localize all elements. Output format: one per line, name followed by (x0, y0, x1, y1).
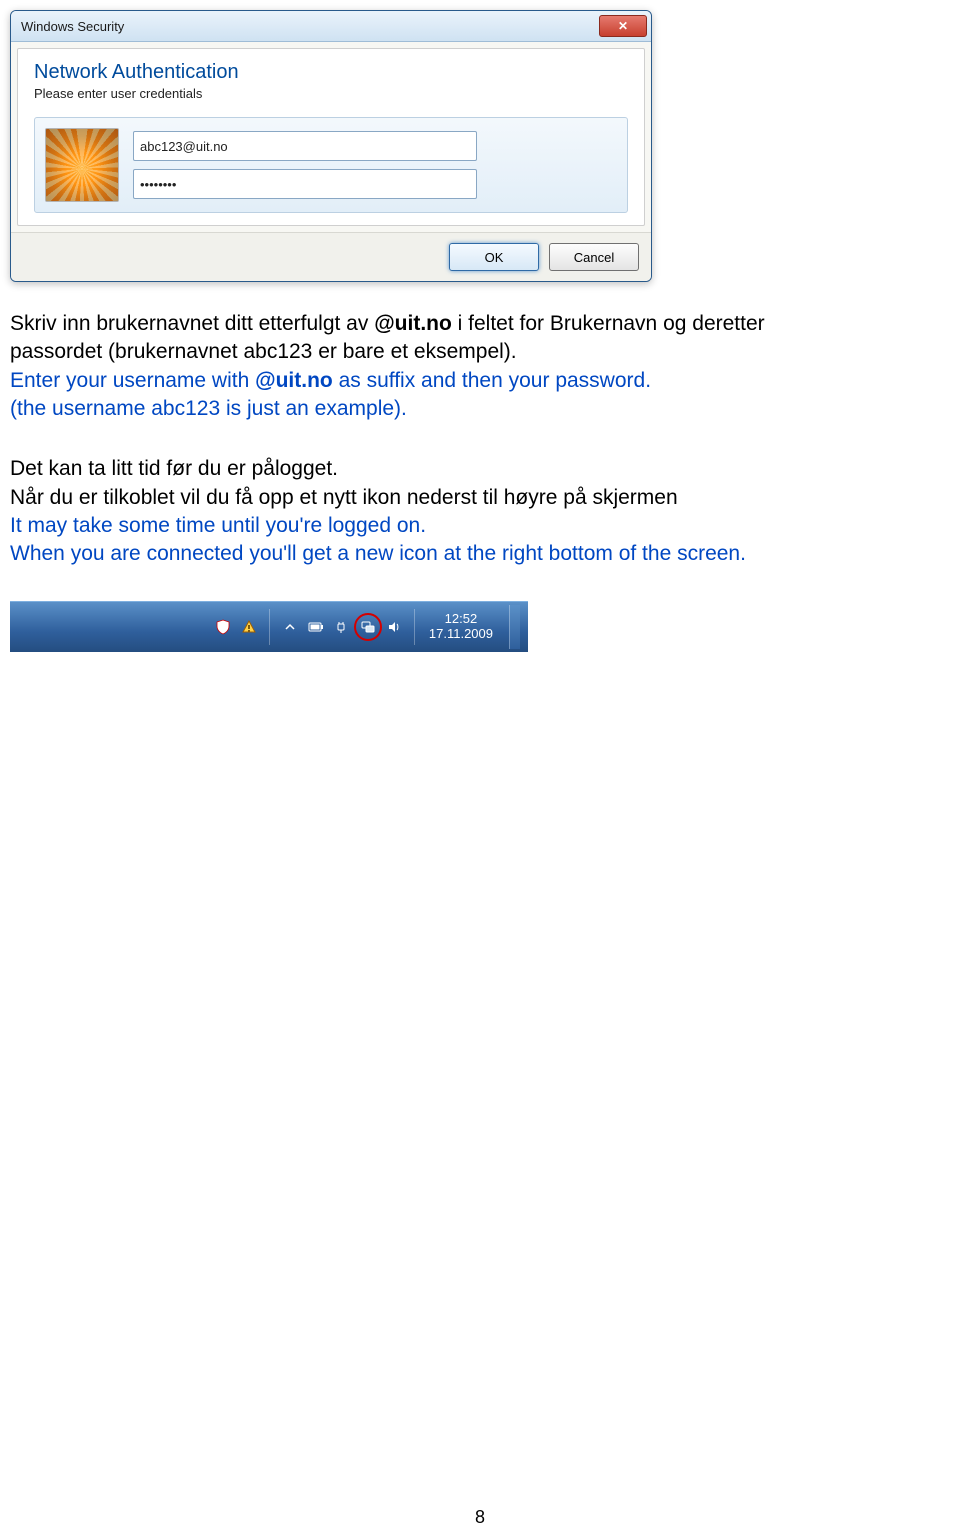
system-tray: 12:52 17.11.2009 (10, 601, 528, 652)
dialog-body: Network Authentication Please enter user… (17, 48, 645, 226)
battery-icon[interactable] (306, 617, 326, 637)
text: Skriv inn brukernavnet ditt etterfulgt a… (10, 312, 374, 335)
credentials-box (34, 117, 628, 213)
windows-security-dialog: Windows Security ✕ Network Authenticatio… (10, 10, 652, 282)
system-clock[interactable]: 12:52 17.11.2009 (425, 612, 497, 642)
ok-button-label: OK (485, 250, 504, 265)
cancel-button-label: Cancel (574, 250, 614, 265)
ok-button[interactable]: OK (449, 243, 539, 271)
text: Når du er tilkoblet vil du få opp et nyt… (10, 486, 678, 509)
password-input[interactable] (133, 169, 477, 199)
dialog-button-row: OK Cancel (11, 232, 651, 281)
network-icon[interactable] (358, 617, 378, 637)
show-desktop-button[interactable] (509, 605, 520, 649)
text-en: (the username abc123 is just an example)… (10, 397, 407, 420)
clock-time: 12:52 (429, 612, 493, 627)
shield-icon[interactable] (213, 617, 233, 637)
volume-icon[interactable] (384, 617, 404, 637)
dialog-title: Windows Security (21, 19, 124, 34)
text-en: as suffix and then your password. (333, 369, 651, 392)
taskbar-tray-screenshot: 12:52 17.11.2009 (10, 601, 960, 652)
chevron-up-icon[interactable] (280, 617, 300, 637)
text-en: It may take some time until you're logge… (10, 514, 426, 537)
text: i feltet for Brukernavn og deretter (452, 312, 765, 335)
warning-icon[interactable] (239, 617, 259, 637)
clock-date: 17.11.2009 (429, 627, 493, 642)
dialog-subtext: Please enter user credentials (34, 86, 628, 101)
text-en: Enter your username with (10, 369, 255, 392)
credential-inputs (133, 131, 617, 199)
text-bold: @uit.no (374, 312, 452, 335)
text-en-bold: @uit.no (255, 369, 333, 392)
username-input[interactable] (133, 131, 477, 161)
tray-separator (414, 609, 415, 645)
close-button[interactable]: ✕ (599, 15, 647, 37)
page-number: 8 (0, 1507, 960, 1528)
user-avatar-icon (45, 128, 119, 202)
tray-separator (269, 609, 270, 645)
text: Det kan ta litt tid før du er pålogget. (10, 457, 338, 480)
cancel-button[interactable]: Cancel (549, 243, 639, 271)
instruction-paragraph-2: Det kan ta litt tid før du er pålogget. … (10, 455, 950, 568)
dialog-titlebar[interactable]: Windows Security ✕ (11, 11, 651, 42)
dialog-heading: Network Authentication (34, 61, 628, 84)
instruction-paragraph-1: Skriv inn brukernavnet ditt etterfulgt a… (10, 310, 950, 423)
text-en: When you are connected you'll get a new … (10, 542, 746, 565)
power-plug-icon[interactable] (332, 617, 352, 637)
close-icon: ✕ (618, 19, 628, 33)
text: passordet (brukernavnet abc123 er bare e… (10, 340, 517, 363)
